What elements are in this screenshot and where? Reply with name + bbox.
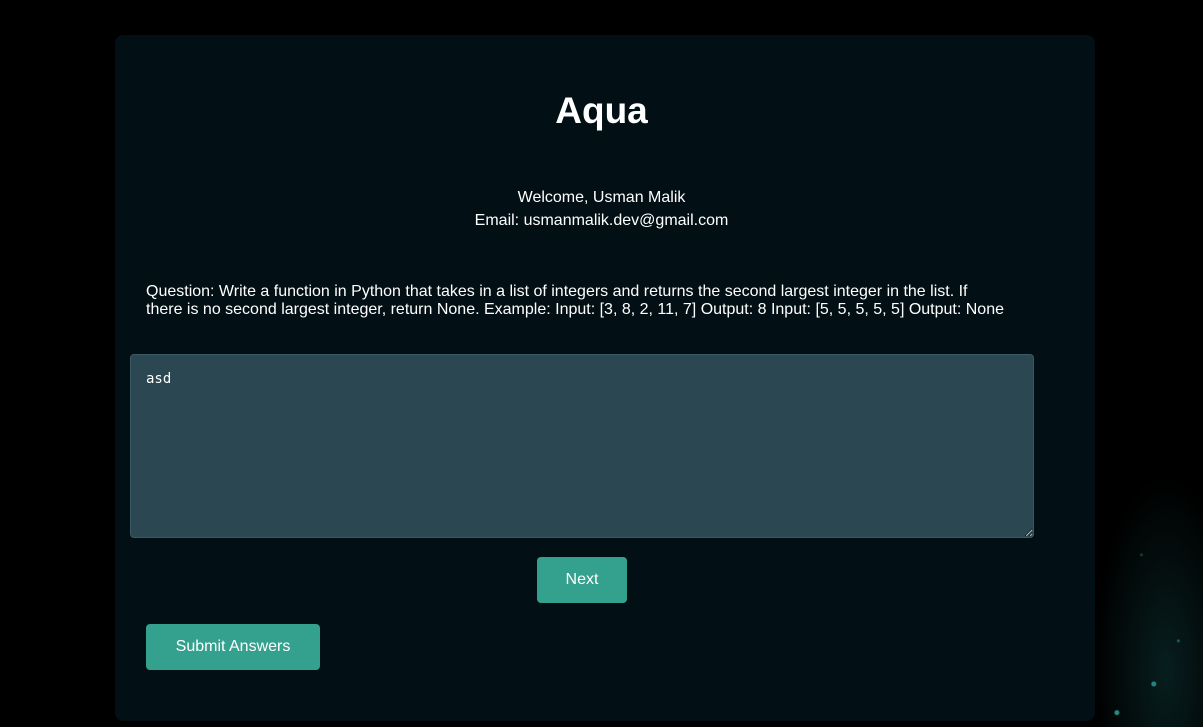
background-sparkle-decoration bbox=[1080, 440, 1203, 727]
answer-textarea[interactable] bbox=[130, 354, 1034, 538]
submit-answers-button[interactable]: Submit Answers bbox=[146, 624, 320, 670]
welcome-text: Welcome, Usman Malik bbox=[517, 189, 686, 206]
app-title: Aqua bbox=[555, 90, 648, 131]
next-button[interactable]: Next bbox=[537, 557, 627, 603]
question-text: Question: Write a function in Python tha… bbox=[146, 283, 1004, 318]
email-text: Email: usmanmalik.dev@gmail.com bbox=[474, 212, 729, 229]
